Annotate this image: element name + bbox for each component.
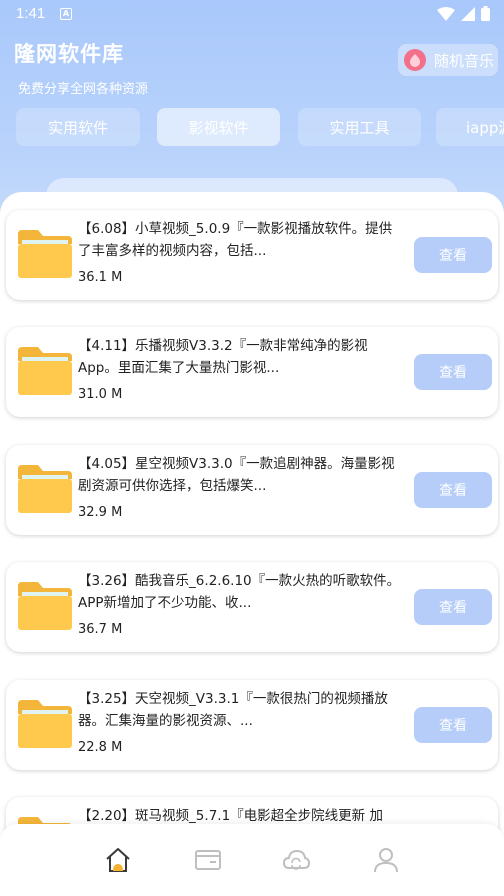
home-icon[interactable] [104,846,132,874]
random-music-label: 随机音乐 [434,51,495,70]
item-size: 31.0 M [78,387,123,402]
list-item[interactable]: 【4.11】乐播视频V3.3.2『一款非常纯净的影视App。里面汇集了大量热门影… [6,327,498,417]
cloud-sync-icon[interactable] [282,846,310,874]
list-item[interactable]: 【4.05】星空视频V3.3.0『一款追剧神器。海量影视剧资源可供你选择，包括爆… [6,445,498,535]
folder-icon [18,465,72,513]
wifi-icon [437,6,455,21]
content-sheet: 【6.08】小草视频_5.0.9『一款影视播放软件。提供了丰富多样的视频内容，包… [0,192,504,896]
folder-icon [18,582,72,630]
tab-video-software[interactable]: 影视软件 [157,108,280,146]
item-size: 22.8 M [78,740,123,755]
view-button[interactable]: 查看 [414,589,492,625]
tab-practical-software[interactable]: 实用软件 [16,108,140,146]
status-time: 1:41 [16,5,46,22]
profile-icon[interactable] [372,846,400,874]
tab-label: 影视软件 [188,118,249,137]
list-item[interactable]: 【3.25】天空视频_V3.3.1『一款很热门的视频播放器。汇集海量的影视资源、… [6,680,498,770]
view-button[interactable]: 查看 [414,707,492,743]
category-tabs: 实用软件 影视软件 实用工具 iapp源 [16,108,504,146]
folder-icon [18,230,72,278]
item-size: 32.9 M [78,505,123,520]
app-subtitle: 免费分享全网各种资源 [18,82,149,97]
view-button[interactable]: 查看 [414,354,492,390]
app-title: 隆网软件库 [14,42,124,66]
battery-icon [481,6,490,21]
item-title: 【3.25】天空视频_V3.3.1『一款很热门的视频播放器。汇集海量的影视资源、… [78,691,388,729]
folder-icon [18,700,72,748]
status-bar: 1:41 A [0,0,504,30]
view-button[interactable]: 查看 [414,237,492,273]
signal-icon [461,6,475,21]
notification-a-icon: A [60,8,72,20]
item-title: 【3.26】酷我音乐_6.2.6.10『一款火热的听歌软件。APP新增加了不少功… [78,573,401,611]
item-title: 【4.05】星空视频V3.3.0『一款追剧神器。海量影视剧资源可供你选择，包括爆… [78,456,395,494]
tab-label: 实用工具 [329,118,390,137]
tab-label: 实用软件 [47,118,108,137]
item-title: 【4.11】乐播视频V3.3.2『一款非常纯净的影视App。里面汇集了大量热门影… [78,338,368,376]
view-button[interactable]: 查看 [414,472,492,508]
item-title: 【6.08】小草视频_5.0.9『一款影视播放软件。提供了丰富多样的视频内容，包… [78,221,393,259]
random-music-button[interactable]: 随机音乐 [398,44,498,76]
item-size: 36.7 M [78,622,123,637]
folder-icon[interactable] [194,846,222,874]
tab-practical-tools[interactable]: 实用工具 [298,108,421,146]
tab-label: iapp源 [466,118,504,137]
bottom-nav [0,824,504,896]
folder-icon [18,347,72,395]
list-item[interactable]: 【6.08】小草视频_5.0.9『一款影视播放软件。提供了丰富多样的视频内容，包… [6,210,498,300]
tab-iapp-source[interactable]: iapp源 [436,108,504,146]
list-item[interactable]: 【3.26】酷我音乐_6.2.6.10『一款火热的听歌软件。APP新增加了不少功… [6,562,498,652]
item-size: 36.1 M [78,270,123,285]
music-icon [404,49,426,71]
status-icons [437,6,490,21]
